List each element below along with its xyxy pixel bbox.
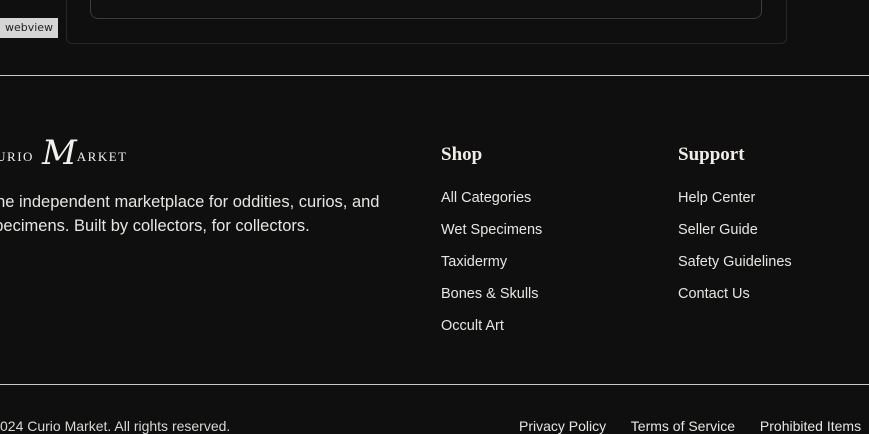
shop-link-wet-specimens[interactable]: Wet Specimens <box>441 221 542 253</box>
prohibited-items-link[interactable]: Prohibited Items <box>760 418 861 434</box>
shop-link-bones-skulls[interactable]: Bones & Skulls <box>441 285 542 317</box>
brand-prefix: Curio <box>0 145 34 166</box>
footer-top-divider <box>0 75 869 76</box>
support-link-seller-guide[interactable]: Seller Guide <box>678 221 792 253</box>
copyright-text: © 2024 Curio Market. All rights reserved… <box>0 418 231 434</box>
embedded-panel-area: webview <box>0 0 869 76</box>
support-links: Help Center Seller Guide Safety Guidelin… <box>678 189 792 317</box>
terms-of-service-link[interactable]: Terms of Service <box>631 418 735 434</box>
brand-rest: arket <box>76 145 128 166</box>
webview-badge: webview <box>0 18 58 38</box>
support-link-safety-guidelines[interactable]: Safety Guidelines <box>678 253 792 285</box>
support-link-contact-us[interactable]: Contact Us <box>678 285 792 317</box>
shop-link-taxidermy[interactable]: Taxidermy <box>441 253 542 285</box>
brand-tagline: The independent marketplace for oddities… <box>0 193 380 235</box>
shop-link-occult-art[interactable]: Occult Art <box>441 317 542 349</box>
legal-links: Privacy Policy Terms of Service Prohibit… <box>519 418 869 434</box>
shop-links: All Categories Wet Specimens Taxidermy B… <box>441 189 542 349</box>
footer-bottom-divider <box>0 384 869 385</box>
shop-link-all-categories[interactable]: All Categories <box>441 189 542 221</box>
privacy-policy-link[interactable]: Privacy Policy <box>519 418 606 434</box>
support-link-help-center[interactable]: Help Center <box>678 189 792 221</box>
brand-initial: M <box>41 133 77 173</box>
support-heading: Support <box>678 144 745 165</box>
panel-text-area[interactable] <box>90 0 762 19</box>
shop-heading: Shop <box>441 144 483 165</box>
brand-logo[interactable]: Curio Market <box>0 133 128 173</box>
